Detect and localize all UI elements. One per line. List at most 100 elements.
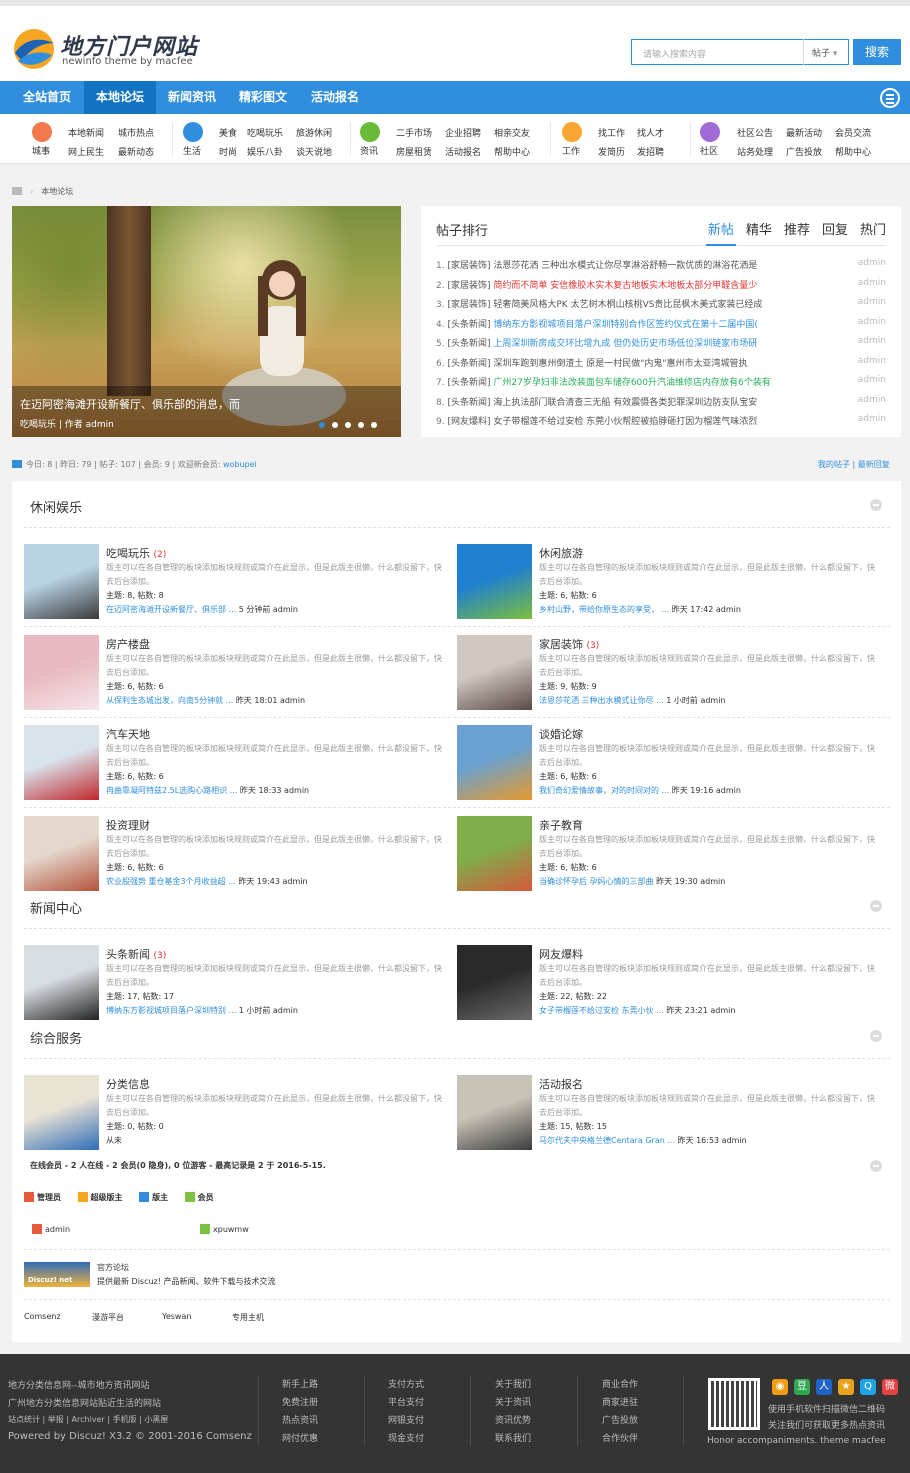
collapse-icon[interactable] bbox=[870, 1030, 882, 1042]
forum-name[interactable]: 亲子教育 bbox=[539, 819, 583, 832]
weibo-icon[interactable]: 微 bbox=[882, 1379, 898, 1395]
tab-recommend[interactable]: 推荐 bbox=[784, 223, 810, 238]
forum-thumbnail[interactable] bbox=[457, 945, 532, 1020]
forum-thumbnail[interactable] bbox=[457, 544, 532, 619]
tab-hot[interactable]: 热门 bbox=[860, 223, 886, 238]
ranking-author[interactable]: admin bbox=[858, 356, 886, 366]
nav-item-forum[interactable]: 本地论坛 bbox=[84, 81, 156, 114]
ranking-title-link[interactable]: 简约而不简单 安信橡胶木实木复古地板实木地板太部分甲醛含量少 bbox=[493, 281, 757, 291]
image-slider[interactable]: 在迈阿密海滩开设新餐厅、俱乐部的消息，而 吃喝玩乐 | 作者 admin bbox=[12, 206, 401, 437]
forum-thumbnail[interactable] bbox=[457, 634, 532, 710]
slider-dot[interactable] bbox=[345, 422, 351, 428]
subnav-link[interactable]: 房屋租赁 bbox=[396, 145, 432, 158]
subnav-link[interactable]: 最新动态 bbox=[118, 145, 154, 158]
section-title[interactable]: 综合服务 bbox=[30, 1028, 82, 1047]
last-post-link[interactable]: 马尔代夫中央格兰德Centara Gran ... bbox=[539, 1136, 675, 1145]
subnav-link[interactable]: 城市热点 bbox=[118, 126, 154, 139]
footer-links[interactable]: 站点统计 | 举报 | Archiver | 手机版 | 小黑屋 bbox=[8, 1414, 168, 1425]
subnav-link[interactable]: 站务处理 bbox=[737, 145, 773, 158]
forum-name[interactable]: 活动报名 bbox=[539, 1078, 583, 1091]
friend-link[interactable]: Yeswan bbox=[162, 1312, 191, 1321]
ranking-author[interactable]: admin bbox=[858, 395, 886, 405]
ranking-title-link[interactable]: 轻奢简美风格大PK 太艺树木桐山核桃VS贵比昆枫木美式家装已经成 bbox=[493, 300, 762, 310]
forum-thumbnail[interactable] bbox=[457, 815, 532, 891]
subnav-link[interactable]: 美食 bbox=[219, 126, 237, 139]
friend-link[interactable]: 漫游平台 bbox=[92, 1312, 124, 1323]
ranking-title-link[interactable]: 深圳车跑到惠州倒渣土 原是一村民做"内鬼"惠州市太亚湾城管执 bbox=[493, 359, 747, 369]
tab-new[interactable]: 新帖 bbox=[708, 223, 734, 238]
friend-link[interactable]: Comsenz bbox=[24, 1312, 61, 1321]
partner-title[interactable]: 官方论坛 bbox=[97, 1262, 129, 1273]
section-title[interactable]: 新闻中心 bbox=[30, 898, 82, 917]
ranking-row[interactable]: 6. [头条新闻] 深圳车跑到惠州倒渣土 原是一村民做"内鬼"惠州市太亚湾城管执… bbox=[436, 356, 886, 370]
collapse-icon[interactable] bbox=[870, 900, 882, 912]
online-user[interactable]: admin bbox=[32, 1224, 70, 1234]
forum-name[interactable]: 投资理财 bbox=[106, 819, 150, 832]
ranking-row[interactable]: 3. [家居装饰] 轻奢简美风格大PK 太艺树木桐山核桃VS贵比昆枫木美式家装已… bbox=[436, 297, 886, 311]
subnav-link[interactable]: 娱乐八卦 bbox=[247, 145, 283, 158]
forum-thumbnail[interactable] bbox=[457, 1075, 532, 1150]
subnav-link[interactable]: 帮助中心 bbox=[835, 145, 871, 158]
subnav-group-label[interactable]: 资讯 bbox=[360, 144, 378, 157]
subnav-link[interactable]: 找工作 bbox=[598, 126, 625, 139]
forum-name[interactable]: 谈婚论嫁 bbox=[539, 728, 583, 741]
last-post-link[interactable]: 女子带榴莲不给过安检 东莞小伙 ... bbox=[539, 1006, 664, 1015]
forum-name[interactable]: 汽车天地 bbox=[106, 728, 150, 741]
qq-icon[interactable]: Q bbox=[860, 1379, 876, 1395]
ranking-author[interactable]: admin bbox=[858, 258, 886, 268]
search-button[interactable]: 搜索 bbox=[853, 39, 901, 65]
last-post-link[interactable]: 法恩莎花洒 三种出水模式让你尽 ... bbox=[539, 696, 664, 705]
forum-name[interactable]: 网友爆料 bbox=[539, 948, 583, 961]
forum-name[interactable]: 吃喝玩乐 bbox=[106, 547, 150, 560]
ranking-title-link[interactable]: 上周深圳新房成交环比增九成 但仍处历史市场低位深圳链家市场研 bbox=[493, 339, 757, 349]
subnav-group-label[interactable]: 工作 bbox=[562, 144, 580, 157]
subnav-link[interactable]: 网上民生 bbox=[68, 145, 104, 158]
nav-item-events[interactable]: 活动报名 bbox=[300, 81, 370, 114]
friend-link[interactable]: 专用主机 bbox=[232, 1312, 264, 1323]
breadcrumb-current[interactable]: 本地论坛 bbox=[41, 187, 73, 196]
subnav-link[interactable]: 社区公告 bbox=[737, 126, 773, 139]
subnav-link[interactable]: 帮助中心 bbox=[494, 145, 530, 158]
subnav-link[interactable]: 活动报名 bbox=[445, 145, 481, 158]
subnav-group-label[interactable]: 城事 bbox=[32, 144, 50, 157]
kaixin-icon[interactable]: ★ bbox=[838, 1379, 854, 1395]
partner-logo[interactable]: Discuz! net bbox=[24, 1262, 90, 1287]
subnav-link[interactable]: 广告投放 bbox=[786, 145, 822, 158]
last-post-link[interactable]: 当确诊怀孕后 孕妈心情的三部曲 bbox=[539, 877, 654, 886]
ranking-row[interactable]: 1. [家居装饰] 法恩莎花洒 三种出水模式让你尽享淋浴舒畅一款优质的淋浴花洒是… bbox=[436, 258, 886, 272]
douban-icon[interactable]: 豆 bbox=[794, 1379, 810, 1395]
ranking-author[interactable]: admin bbox=[858, 317, 886, 327]
forum-thumbnail[interactable] bbox=[457, 725, 532, 800]
ranking-title-link[interactable]: 法恩莎花洒 三种出水模式让你尽享淋浴舒畅一款优质的淋浴花洒是 bbox=[493, 261, 757, 271]
ranking-row[interactable]: 8. [头条新闻] 海上执法部门联合清查三无船 有效震慑各类犯罪深圳边防支队宝安… bbox=[436, 395, 886, 409]
ranking-author[interactable]: admin bbox=[858, 278, 886, 288]
forum-thumbnail[interactable] bbox=[24, 815, 99, 891]
ranking-row[interactable]: 7. [头条新闻] 广州27岁孕妇非法改装面包车储存600升汽油维修店内存放有6… bbox=[436, 375, 886, 389]
slider-caption[interactable]: 在迈阿密海滩开设新餐厅、俱乐部的消息，而 bbox=[20, 396, 240, 412]
my-posts-links[interactable]: 我的帖子 | 最新回复 bbox=[818, 459, 890, 470]
nav-item-gallery[interactable]: 精彩图文 bbox=[228, 81, 298, 114]
ranking-author[interactable]: admin bbox=[858, 336, 886, 346]
subnav-link[interactable]: 最新活动 bbox=[786, 126, 822, 139]
site-logo[interactable]: 地方门户网站 newinfo theme by macfee bbox=[12, 23, 202, 73]
forum-thumbnail[interactable] bbox=[24, 1075, 99, 1150]
subnav-link[interactable]: 时尚 bbox=[219, 145, 237, 158]
ranking-row[interactable]: 2. [家居装饰] 简约而不简单 安信橡胶木实木复古地板实木地板太部分甲醛含量少… bbox=[436, 278, 886, 292]
subnav-link[interactable]: 谈天说地 bbox=[296, 145, 332, 158]
ranking-row[interactable]: 4. [头条新闻] 博纳东方影视城项目落户深圳特别合作区签约仪式在第十二届中国(… bbox=[436, 317, 886, 331]
last-post-link[interactable]: 乡村山野，带给你原生态的享受， ... bbox=[539, 605, 669, 614]
subnav-link[interactable]: 二手市场 bbox=[396, 126, 432, 139]
forum-name[interactable]: 家居装饰 bbox=[539, 638, 583, 651]
subnav-link[interactable]: 本地新闻 bbox=[68, 126, 104, 139]
subnav-link[interactable]: 旅游休闲 bbox=[296, 126, 332, 139]
forum-name[interactable]: 头条新闻 bbox=[106, 948, 150, 961]
nav-item-news[interactable]: 新闻资讯 bbox=[158, 81, 226, 114]
ranking-title-link[interactable]: 女子带榴莲不给过安检 东莞小伙帮腔被掐脖砸打因为榴莲气味浓烈 bbox=[493, 417, 757, 427]
ranking-title-link[interactable]: 海上执法部门联合清查三无船 有效震慑各类犯罪深圳边防支队宝安 bbox=[493, 398, 757, 408]
last-post-link[interactable]: 在迈阿密海滩开设新餐厅、俱乐部 ... bbox=[106, 605, 236, 614]
ranking-author[interactable]: admin bbox=[858, 297, 886, 307]
ranking-author[interactable]: admin bbox=[858, 414, 886, 424]
ranking-row[interactable]: 9. [网友爆料] 女子带榴莲不给过安检 东莞小伙帮腔被掐脖砸打因为榴莲气味浓烈… bbox=[436, 414, 886, 428]
renren-icon[interactable]: 人 bbox=[816, 1379, 832, 1395]
newest-member-link[interactable]: wobupei bbox=[223, 460, 257, 469]
